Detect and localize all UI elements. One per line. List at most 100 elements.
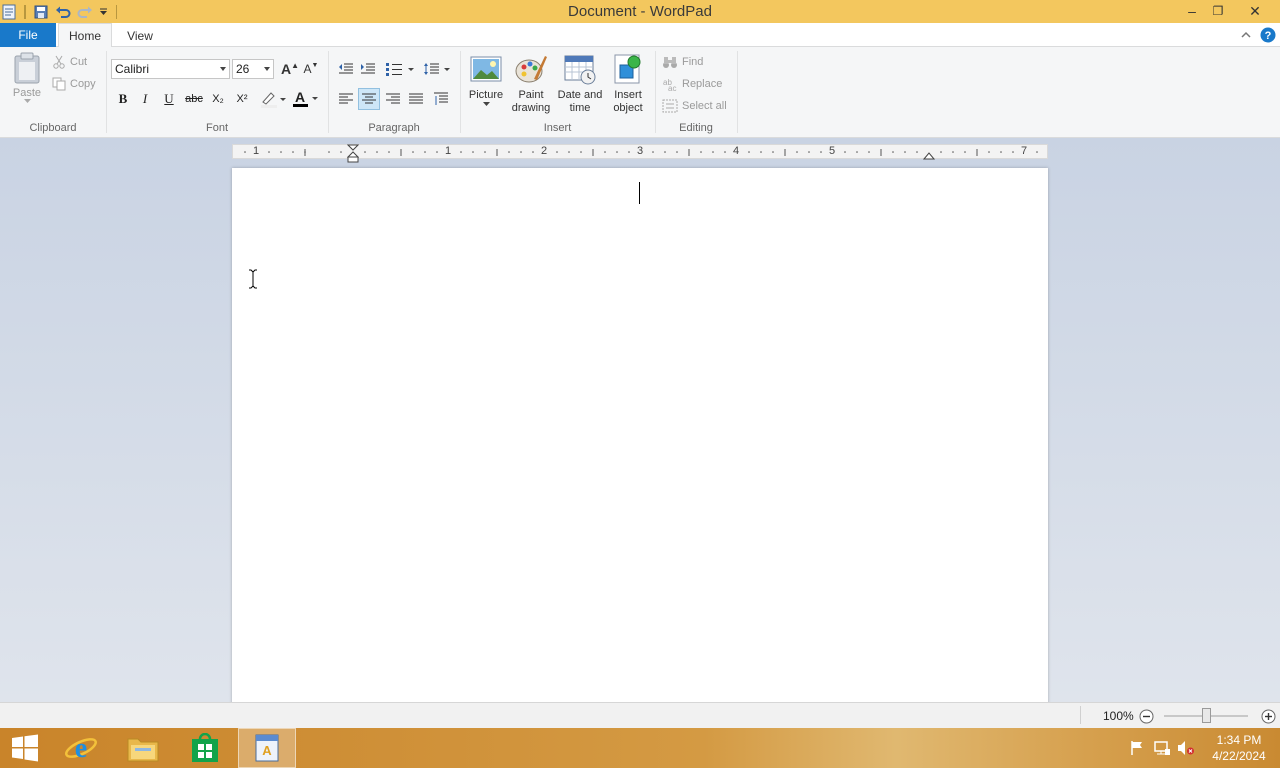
taskbar-internet-explorer[interactable]: e <box>52 728 110 768</box>
internet-explorer-icon: e <box>65 733 97 764</box>
grow-font-icon: A <box>280 61 292 77</box>
windows-logo-icon <box>12 734 38 762</box>
bullets-button[interactable] <box>384 59 416 79</box>
bold-button[interactable]: B <box>113 89 133 109</box>
ruler-number: 1 <box>445 145 452 157</box>
align-right-button[interactable] <box>383 89 403 109</box>
decrease-indent-button[interactable] <box>336 59 356 79</box>
insert-picture-button[interactable]: Picture <box>466 53 506 115</box>
text-caret <box>639 182 640 204</box>
insert-object-icon <box>614 54 641 84</box>
font-group-label: Font <box>205 122 228 134</box>
svg-text:ac: ac <box>668 84 676 91</box>
help-icon[interactable]: ? <box>1259 26 1277 44</box>
align-left-button[interactable] <box>336 89 356 109</box>
paste-icon <box>14 52 40 84</box>
replace-button[interactable]: ab ac Replace <box>662 75 732 93</box>
paint-drawing-label-line1: Paint <box>518 89 544 101</box>
select-all-button[interactable]: Select all <box>662 97 734 115</box>
minimize-ribbon-icon[interactable] <box>1238 26 1254 44</box>
date-time-button[interactable]: Date and time <box>555 53 605 115</box>
clipboard-group-label: Clipboard <box>29 122 77 134</box>
taskbar-file-explorer[interactable] <box>114 728 172 768</box>
close-button[interactable]: ✕ <box>1240 0 1270 22</box>
picture-dropdown-icon <box>482 102 490 106</box>
increase-indent-button[interactable] <box>358 59 378 79</box>
line-spacing-icon <box>424 63 450 75</box>
copy-icon <box>52 77 66 91</box>
paste-button[interactable]: Paste <box>8 51 46 111</box>
underline-button[interactable]: U <box>159 89 179 109</box>
insert-group-label: Insert <box>543 122 572 134</box>
ribbon-tab-bar: File Home View ? <box>0 23 1280 48</box>
zoom-in-button[interactable] <box>1260 708 1276 724</box>
svg-text:?: ? <box>1265 30 1272 42</box>
window-title: Document - WordPad <box>568 3 712 20</box>
italic-button[interactable]: I <box>135 89 155 109</box>
store-icon <box>192 733 218 762</box>
copy-label: Copy <box>70 78 96 90</box>
subscript-button[interactable]: X₂ <box>207 89 229 109</box>
shrink-font-button[interactable]: A ▼ <box>302 60 320 78</box>
date-time-label-line2: time <box>569 102 591 114</box>
right-indent-marker-icon[interactable] <box>923 147 935 161</box>
paint-palette-icon <box>515 56 547 83</box>
paint-drawing-button[interactable]: Paint drawing <box>509 53 553 115</box>
increase-indent-icon <box>361 63 375 74</box>
editing-group-label: Editing <box>679 122 713 134</box>
paste-dropdown-icon <box>23 99 31 103</box>
status-bar: 100% <box>0 702 1280 728</box>
line-spacing-button[interactable] <box>422 59 452 79</box>
copy-button[interactable]: Copy <box>52 75 102 93</box>
taskbar-store[interactable] <box>176 728 234 768</box>
volume-muted-icon[interactable] <box>1176 739 1196 757</box>
picture-icon <box>470 56 502 82</box>
paragraph-settings-button[interactable] <box>431 89 451 109</box>
group-divider <box>328 51 329 133</box>
cut-button[interactable]: Cut <box>52 53 98 71</box>
paste-label: Paste <box>12 87 42 99</box>
replace-label: Replace <box>682 78 723 90</box>
zoom-level: 100% <box>1103 709 1134 723</box>
insert-object-label-line2: object <box>613 102 643 114</box>
cut-label: Cut <box>70 56 88 68</box>
zoom-slider-thumb[interactable] <box>1202 708 1211 723</box>
action-center-flag-icon[interactable] <box>1128 739 1146 757</box>
tab-view[interactable]: View <box>114 23 166 48</box>
font-family-select[interactable]: Calibri <box>111 59 230 79</box>
text-color-button[interactable]: A <box>290 89 320 109</box>
network-icon[interactable] <box>1152 739 1172 757</box>
superscript-button[interactable]: X² <box>231 89 253 109</box>
group-divider <box>737 51 738 133</box>
start-button[interactable] <box>0 728 50 768</box>
ruler-number: 1 <box>253 145 260 157</box>
paragraph-icon <box>434 92 448 105</box>
strikethrough-button[interactable]: abc <box>183 89 205 109</box>
grow-font-button[interactable]: A ▲ <box>281 60 299 78</box>
ruler-number: 5 <box>829 145 836 157</box>
system-clock[interactable]: 1:34 PM 4/22/2024 <box>1202 732 1276 764</box>
insert-object-button[interactable]: Insert object <box>607 53 649 115</box>
font-size-value: 26 <box>236 62 250 76</box>
highlight-color-button[interactable] <box>257 89 289 109</box>
left-indent-marker-icon[interactable] <box>347 144 359 166</box>
document-page[interactable] <box>232 168 1048 708</box>
restore-button[interactable]: ❐ <box>1203 0 1233 22</box>
taskbar-wordpad[interactable]: A <box>238 728 296 768</box>
font-size-select[interactable]: 26 <box>232 59 274 79</box>
paint-drawing-label-line2: drawing <box>511 102 551 114</box>
justify-button[interactable] <box>406 89 426 109</box>
paragraph-group-label: Paragraph <box>368 122 420 134</box>
align-center-button[interactable] <box>358 88 380 110</box>
ruler[interactable]: 1 1 2 3 4 5 7 <box>232 144 1048 163</box>
insert-object-label-line1: Insert <box>614 89 642 101</box>
align-right-icon <box>386 93 400 104</box>
select-all-icon <box>662 99 678 113</box>
find-button[interactable]: Find <box>662 53 722 71</box>
zoom-out-button[interactable] <box>1138 708 1154 724</box>
zoom-out-icon <box>1139 709 1153 723</box>
font-family-value: Calibri <box>115 62 150 76</box>
tab-home[interactable]: Home <box>58 23 112 48</box>
ruler-number: 7 <box>1021 145 1028 157</box>
tab-file[interactable]: File <box>0 23 56 47</box>
